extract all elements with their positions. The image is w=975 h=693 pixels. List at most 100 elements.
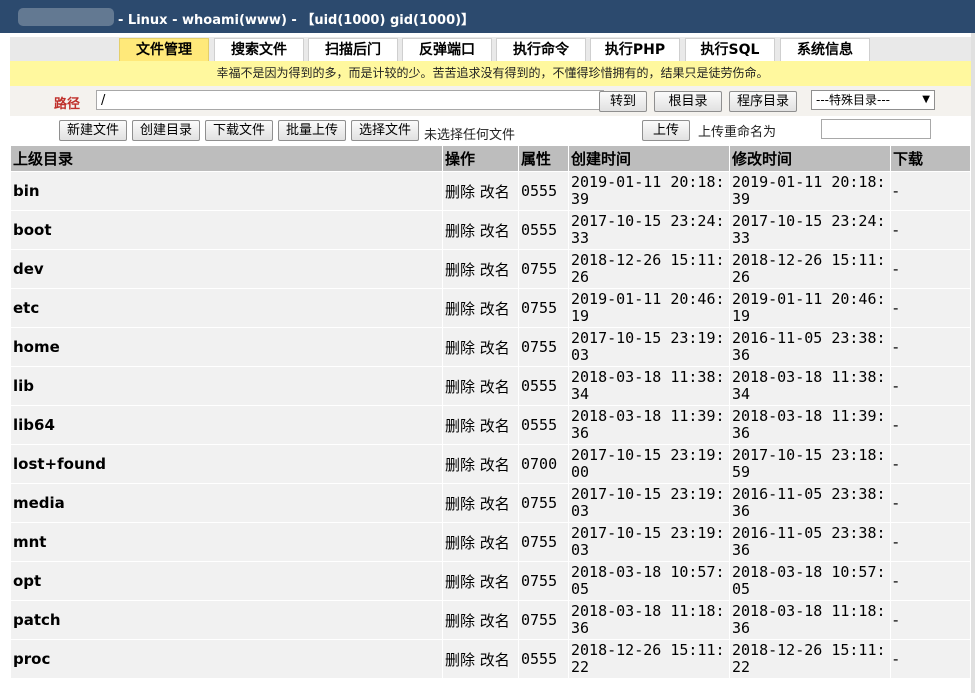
column-header-parent-dir[interactable]: 上级目录 [10, 145, 443, 172]
batch-upload-button[interactable]: 批量上传 [278, 120, 346, 141]
table-row: media 删除 改名 0755 2017-10-15 23:19:03 2016-11… [10, 483, 971, 523]
delete-link[interactable]: 删除 [445, 339, 475, 357]
download-file-button[interactable]: 下载文件 [205, 120, 273, 141]
rename-link[interactable]: 改名 [480, 183, 510, 201]
permission-link[interactable]: 0555 [518, 639, 569, 679]
choose-file-button[interactable]: 选择文件 [351, 120, 419, 141]
modified-time[interactable]: 2018-03-18 11:39:36 [729, 405, 891, 445]
rename-link[interactable]: 改名 [480, 378, 510, 396]
special-dir-selected: ---特殊目录--- [816, 93, 890, 107]
rename-link[interactable]: 改名 [480, 417, 510, 435]
delete-link[interactable]: 删除 [445, 300, 475, 318]
dir-name-link[interactable]: lib64 [10, 405, 443, 445]
download-cell: - [890, 444, 971, 484]
dir-name-link[interactable]: dev [10, 249, 443, 289]
delete-link[interactable]: 删除 [445, 573, 475, 591]
rename-link[interactable]: 改名 [480, 222, 510, 240]
created-time: 2019-01-11 20:46:19 [568, 288, 730, 328]
upload-button[interactable]: 上传 [642, 120, 690, 141]
delete-link[interactable]: 删除 [445, 495, 475, 513]
modified-time[interactable]: 2019-01-11 20:46:19 [729, 288, 891, 328]
delete-link[interactable]: 删除 [445, 612, 475, 630]
download-cell: - [890, 327, 971, 367]
permission-link[interactable]: 0555 [518, 171, 569, 211]
rename-link[interactable]: 改名 [480, 534, 510, 552]
delete-link[interactable]: 删除 [445, 534, 475, 552]
rename-link[interactable]: 改名 [480, 651, 510, 669]
delete-link[interactable]: 删除 [445, 456, 475, 474]
permission-link[interactable]: 0755 [518, 561, 569, 601]
permission-link[interactable]: 0700 [518, 444, 569, 484]
permission-link[interactable]: 0755 [518, 288, 569, 328]
tab-file-manager[interactable]: 文件管理 [119, 38, 209, 61]
modified-time[interactable]: 2016-11-05 23:38:36 [729, 483, 891, 523]
new-file-button[interactable]: 新建文件 [59, 120, 127, 141]
dir-name-link[interactable]: etc [10, 288, 443, 328]
dir-name-link[interactable]: opt [10, 561, 443, 601]
tab-bar: 文件管理 搜索文件 扫描后门 反弹端口 执行命令 执行PHP 执行SQL 系统信… [0, 33, 975, 61]
tab-reverse-port[interactable]: 反弹端口 [402, 38, 492, 61]
delete-link[interactable]: 删除 [445, 417, 475, 435]
rename-link[interactable]: 改名 [480, 495, 510, 513]
row-actions: 删除 改名 [442, 522, 519, 562]
dir-name-link[interactable]: home [10, 327, 443, 367]
dir-name-link[interactable]: patch [10, 600, 443, 640]
rename-link[interactable]: 改名 [480, 261, 510, 279]
dir-name-link[interactable]: proc [10, 639, 443, 679]
permission-link[interactable]: 0555 [518, 366, 569, 406]
tab-search-files[interactable]: 搜索文件 [214, 38, 304, 61]
rename-link[interactable]: 改名 [480, 612, 510, 630]
permission-link[interactable]: 0755 [518, 522, 569, 562]
rename-link[interactable]: 改名 [480, 456, 510, 474]
delete-link[interactable]: 删除 [445, 222, 475, 240]
dir-name-link[interactable]: mnt [10, 522, 443, 562]
upload-rename-input[interactable] [821, 119, 931, 139]
delete-link[interactable]: 删除 [445, 378, 475, 396]
modified-time[interactable]: 2019-01-11 20:18:39 [729, 171, 891, 211]
page-title: - Linux - whoami(www) - 【uid(1000) gid(1… [118, 13, 475, 28]
tab-exec-php[interactable]: 执行PHP [590, 38, 680, 61]
modified-time[interactable]: 2016-11-05 23:38:36 [729, 522, 891, 562]
dir-name-link[interactable]: lost+found [10, 444, 443, 484]
row-actions: 删除 改名 [442, 171, 519, 211]
column-header-actions: 操作 [442, 145, 519, 172]
scrollbar[interactable] [971, 33, 975, 693]
rename-link[interactable]: 改名 [480, 339, 510, 357]
modified-time[interactable]: 2018-03-18 10:57:05 [729, 561, 891, 601]
modified-time[interactable]: 2018-12-26 15:11:22 [729, 639, 891, 679]
path-input[interactable] [96, 90, 604, 110]
permission-link[interactable]: 0555 [518, 405, 569, 445]
tab-scan-backdoor[interactable]: 扫描后门 [308, 38, 398, 61]
modified-time[interactable]: 2017-10-15 23:18:59 [729, 444, 891, 484]
dir-name-link[interactable]: lib [10, 366, 443, 406]
dir-name-link[interactable]: bin [10, 171, 443, 211]
created-time: 2018-03-18 11:39:36 [568, 405, 730, 445]
modified-time[interactable]: 2017-10-15 23:24:33 [729, 210, 891, 250]
delete-link[interactable]: 删除 [445, 261, 475, 279]
permission-link[interactable]: 0555 [518, 210, 569, 250]
row-actions: 删除 改名 [442, 483, 519, 523]
permission-link[interactable]: 0755 [518, 249, 569, 289]
goto-button[interactable]: 转到 [599, 91, 647, 112]
program-dir-button[interactable]: 程序目录 [729, 91, 797, 112]
new-dir-button[interactable]: 创建目录 [132, 120, 200, 141]
modified-time[interactable]: 2018-03-18 11:18:36 [729, 600, 891, 640]
created-time: 2017-10-15 23:19:03 [568, 522, 730, 562]
dir-name-link[interactable]: media [10, 483, 443, 523]
tab-system-info[interactable]: 系统信息 [780, 38, 870, 61]
tab-exec-command[interactable]: 执行命令 [496, 38, 586, 61]
root-dir-button[interactable]: 根目录 [654, 91, 722, 112]
special-dir-select[interactable]: ---特殊目录--- ▼ [811, 90, 935, 110]
rename-link[interactable]: 改名 [480, 300, 510, 318]
permission-link[interactable]: 0755 [518, 600, 569, 640]
modified-time[interactable]: 2018-12-26 15:11:26 [729, 249, 891, 289]
modified-time[interactable]: 2016-11-05 23:38:36 [729, 327, 891, 367]
permission-link[interactable]: 0755 [518, 483, 569, 523]
permission-link[interactable]: 0755 [518, 327, 569, 367]
delete-link[interactable]: 删除 [445, 651, 475, 669]
tab-exec-sql[interactable]: 执行SQL [685, 38, 775, 61]
modified-time[interactable]: 2018-03-18 11:38:34 [729, 366, 891, 406]
delete-link[interactable]: 删除 [445, 183, 475, 201]
dir-name-link[interactable]: boot [10, 210, 443, 250]
rename-link[interactable]: 改名 [480, 573, 510, 591]
